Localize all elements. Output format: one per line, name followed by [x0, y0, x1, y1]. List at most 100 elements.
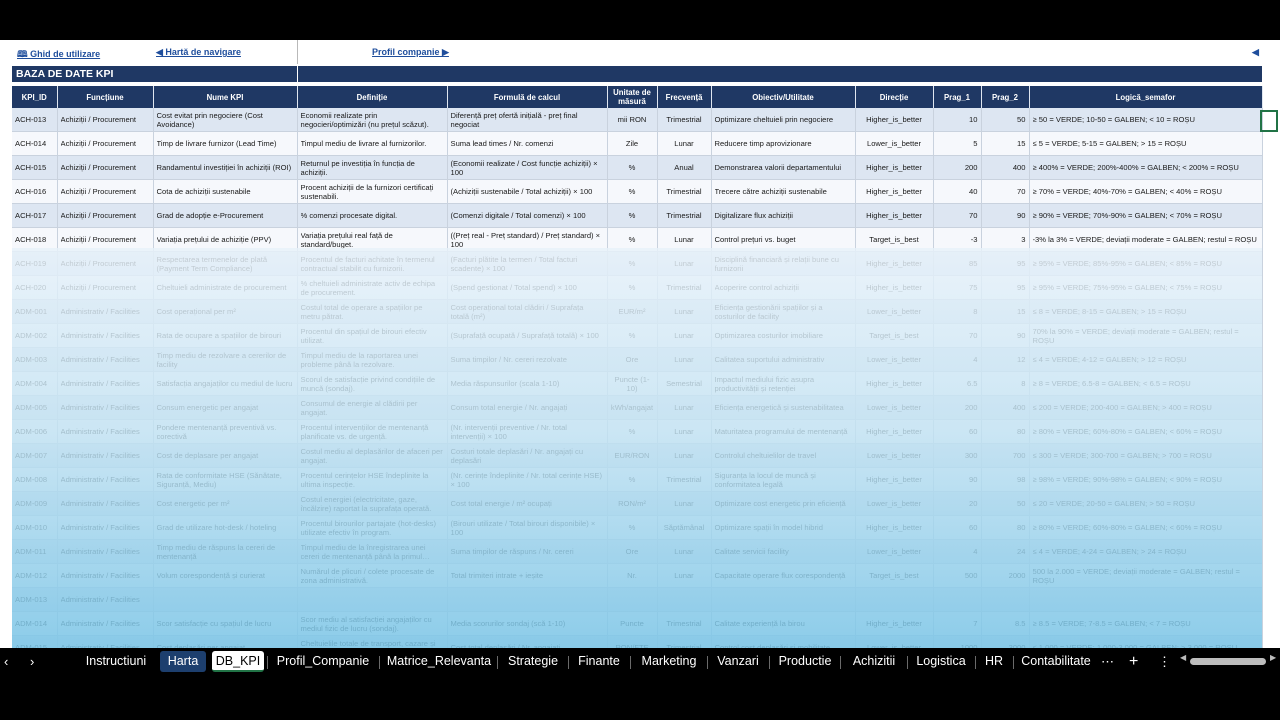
cell-prag-1[interactable]: 75 [933, 275, 982, 300]
cell-definitie[interactable]: Procentul cerințelor HSE îndeplinite la … [297, 467, 448, 492]
cell-frecventa[interactable]: Trimestrial [657, 108, 712, 132]
scroll-right-icon[interactable]: ▶ [1270, 653, 1276, 662]
cell-directie[interactable]: Higher_is_better [855, 275, 934, 300]
cell-prag-2[interactable]: 70 [981, 179, 1030, 204]
cell-functiune[interactable]: Administrativ / Facilities [57, 419, 154, 444]
cell-kpi-id[interactable]: ADM-008 [12, 467, 58, 492]
cell-formula[interactable]: ((Preț real - Preț standard) / Preț stan… [447, 227, 608, 252]
cell-functiune[interactable]: Administrativ / Facilities [57, 563, 154, 588]
cell-unitate[interactable]: % [607, 251, 658, 276]
cell-functiune[interactable]: Achiziții / Procurement [57, 251, 154, 276]
cell-kpi-id[interactable]: ADM-002 [12, 323, 58, 348]
cell-logica-semafor[interactable]: ≥ 95% = VERDE; 85%-95% = GALBEN; < 85% =… [1029, 251, 1263, 276]
cell-obiectiv[interactable]: Control prețuri vs. buget [711, 227, 856, 252]
cell-prag-2[interactable]: 15 [981, 131, 1030, 156]
cell-definitie[interactable]: Procent achiziții de la furnizori certif… [297, 179, 448, 204]
cell-frecventa[interactable]: Semestrial [657, 371, 712, 396]
cell-frecventa[interactable]: Anual [657, 155, 712, 180]
cell-nume-kpi[interactable]: Satisfacția angajaților cu mediul de luc… [153, 371, 298, 396]
cell-directie[interactable]: Lower_is_better [855, 443, 934, 468]
cell-definitie[interactable]: Costul total de operare a spațiilor pe m… [297, 299, 448, 324]
cell-formula[interactable]: Cost total energie / m² ocupați [447, 491, 608, 516]
cell-frecventa[interactable]: Trimestrial [657, 611, 712, 636]
cell-formula[interactable]: (Achiziții sustenabile / Total achiziții… [447, 179, 608, 204]
sheet-tab-strategie[interactable]: Strategie [498, 651, 568, 672]
sheet-tab-achizitii[interactable]: Achizitii [841, 651, 907, 672]
cell-nume-kpi[interactable]: Cost energetic per m² [153, 491, 298, 516]
cell-prag-2[interactable]: 12 [981, 347, 1030, 372]
cell-logica-semafor[interactable]: ≥ 50 = VERDE; 10-50 = GALBEN; < 10 = ROȘ… [1029, 108, 1263, 132]
cell-nume-kpi[interactable]: Scor satisfacție cu spațiul de lucru [153, 611, 298, 636]
cell-formula[interactable]: Suma lead times / Nr. comenzi [447, 131, 608, 156]
cell-prag-2[interactable]: 3 [981, 227, 1030, 252]
cell-obiectiv[interactable] [711, 587, 856, 612]
spreadsheet-area[interactable]: 🕮 Ghid de utilizare ◀ Hartă de navigare … [0, 40, 1280, 648]
col-logica-semafor[interactable]: Logică_semafor [1029, 86, 1263, 108]
cell-functiune[interactable]: Administrativ / Facilities [57, 395, 154, 420]
cell-nume-kpi[interactable]: Cost deplasări per angajat [153, 635, 298, 648]
cell-definitie[interactable]: Timpul mediu de la raportarea unei probl… [297, 347, 448, 372]
cell-frecventa[interactable]: Lunar [657, 539, 712, 564]
cell-directie[interactable]: Target_is_best [855, 563, 934, 588]
cell-nume-kpi[interactable]: Cota de achiziții sustenabile [153, 179, 298, 204]
cell-nume-kpi[interactable]: Grad de adopție e-Procurement [153, 203, 298, 228]
cell-prag-2[interactable]: 8 [981, 371, 1030, 396]
cell-definitie[interactable]: Timpul mediu de livrare al furnizorilor. [297, 131, 448, 156]
cell-prag-1[interactable]: 60 [933, 419, 982, 444]
cell-kpi-id[interactable]: ACH-014 [12, 131, 58, 156]
cell-frecventa[interactable]: Lunar [657, 323, 712, 348]
cell-prag-2[interactable]: 90 [981, 323, 1030, 348]
cell-nume-kpi[interactable]: Volum corespondență și curierat [153, 563, 298, 588]
cell-logica-semafor[interactable]: ≤ 4 = VERDE; 4-12 = GALBEN; > 12 = ROȘU [1029, 347, 1263, 372]
cell-frecventa[interactable]: Trimestrial [657, 203, 712, 228]
cell-obiectiv[interactable]: Optimizarea costurilor imobiliare [711, 323, 856, 348]
cell-frecventa[interactable]: Lunar [657, 227, 712, 252]
cell-functiune[interactable]: Achiziții / Procurement [57, 131, 154, 156]
cell-nume-kpi[interactable]: Rata de ocupare a spațiilor de birouri [153, 323, 298, 348]
cell-directie[interactable]: Lower_is_better [855, 491, 934, 516]
cell-prag-2[interactable]: 400 [981, 395, 1030, 420]
cell-frecventa[interactable]: Lunar [657, 443, 712, 468]
cell-nume-kpi[interactable]: Consum energetic per angajat [153, 395, 298, 420]
cell-prag-1[interactable]: 5 [933, 131, 982, 156]
cell-prag-2[interactable]: 700 [981, 443, 1030, 468]
cell-functiune[interactable]: Administrativ / Facilities [57, 467, 154, 492]
cell-prag-2[interactable]: 8.5 [981, 611, 1030, 636]
cell-obiectiv[interactable]: Demonstrarea valorii departamentului [711, 155, 856, 180]
cell-formula[interactable]: (Nr. intervenții preventive / Nr. total … [447, 419, 608, 444]
cell-definitie[interactable] [297, 587, 448, 612]
cell-obiectiv[interactable]: Trecere către achiziții sustenabile [711, 179, 856, 204]
cell-nume-kpi[interactable]: Pondere mentenanță preventivă vs. corect… [153, 419, 298, 444]
cell-frecventa[interactable]: Lunar [657, 395, 712, 420]
cell-obiectiv[interactable]: Siguranța la locul de muncă și conformit… [711, 467, 856, 492]
cell-logica-semafor[interactable]: ≥ 400% = VERDE; 200%-400% = GALBEN; < 20… [1029, 155, 1263, 180]
cell-directie[interactable] [855, 587, 934, 612]
prev-sheet-icon[interactable]: ‹ [4, 651, 8, 672]
cell-unitate[interactable]: Ore [607, 347, 658, 372]
cell-definitie[interactable]: Costul energiei (electricitate, gaze, în… [297, 491, 448, 516]
cell-nume-kpi[interactable]: Cost operațional per m² [153, 299, 298, 324]
cell-unitate[interactable]: % [607, 203, 658, 228]
cell-kpi-id[interactable]: ADM-009 [12, 491, 58, 516]
cell-unitate[interactable]: % [607, 179, 658, 204]
cell-formula[interactable]: Cost total deplasări / Nr. angajați [447, 635, 608, 648]
col-prag-1[interactable]: Prag_1 [933, 86, 982, 108]
cell-definitie[interactable]: Costul mediu al deplasărilor de afaceri … [297, 443, 448, 468]
cell-unitate[interactable]: EUR/m² [607, 299, 658, 324]
col-kpi-id[interactable]: KPI_ID [12, 86, 58, 108]
selected-cell[interactable] [1260, 110, 1278, 132]
cell-functiune[interactable]: Achiziții / Procurement [57, 155, 154, 180]
cell-prag-2[interactable]: 50 [981, 491, 1030, 516]
sheet-tab-matrice[interactable]: Matrice_Relevanta [380, 651, 498, 672]
cell-functiune[interactable]: Administrativ / Facilities [57, 371, 154, 396]
cell-prag-1[interactable]: -3 [933, 227, 982, 252]
cell-prag-1[interactable]: 8 [933, 299, 982, 324]
col-unitate[interactable]: Unitate de măsură [607, 86, 658, 108]
cell-definitie[interactable]: Scorul de satisfacție privind condițiile… [297, 371, 448, 396]
cell-prag-1[interactable]: 200 [933, 155, 982, 180]
cell-functiune[interactable]: Administrativ / Facilities [57, 443, 154, 468]
cell-prag-2[interactable]: 90 [981, 203, 1030, 228]
cell-formula[interactable]: (Facturi plătite la termen / Total factu… [447, 251, 608, 276]
navigation-map-link[interactable]: ◀ Hartă de navigare [156, 47, 241, 58]
cell-directie[interactable]: Lower_is_better [855, 539, 934, 564]
